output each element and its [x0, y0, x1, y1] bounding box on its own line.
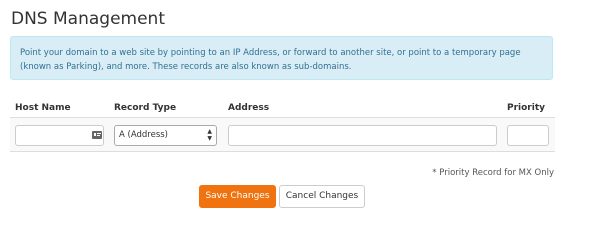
- cancel-changes-button[interactable]: Cancel Changes: [279, 185, 365, 208]
- priority-footnote: * Priority Record for MX Only: [432, 168, 554, 178]
- record-type-select[interactable]: A (Address) ▲ ▼: [114, 125, 217, 146]
- info-alert: Point your domain to a web site by point…: [10, 36, 553, 80]
- save-changes-button[interactable]: Save Changes: [199, 185, 276, 208]
- column-header-address: Address: [228, 103, 270, 113]
- column-header-priority: Priority: [507, 103, 545, 113]
- column-header-host-name: Host Name: [15, 103, 71, 113]
- priority-input[interactable]: [507, 125, 549, 146]
- up-down-arrows-icon: ▲ ▼: [207, 128, 212, 142]
- host-name-input[interactable]: [15, 125, 104, 146]
- record-type-selected-value: A (Address): [119, 130, 168, 140]
- contact-card-icon: [92, 131, 102, 139]
- column-header-record-type: Record Type: [114, 103, 177, 113]
- page-title: DNS Management: [11, 9, 165, 29]
- table-row-divider: [10, 151, 555, 152]
- address-input[interactable]: [228, 125, 497, 146]
